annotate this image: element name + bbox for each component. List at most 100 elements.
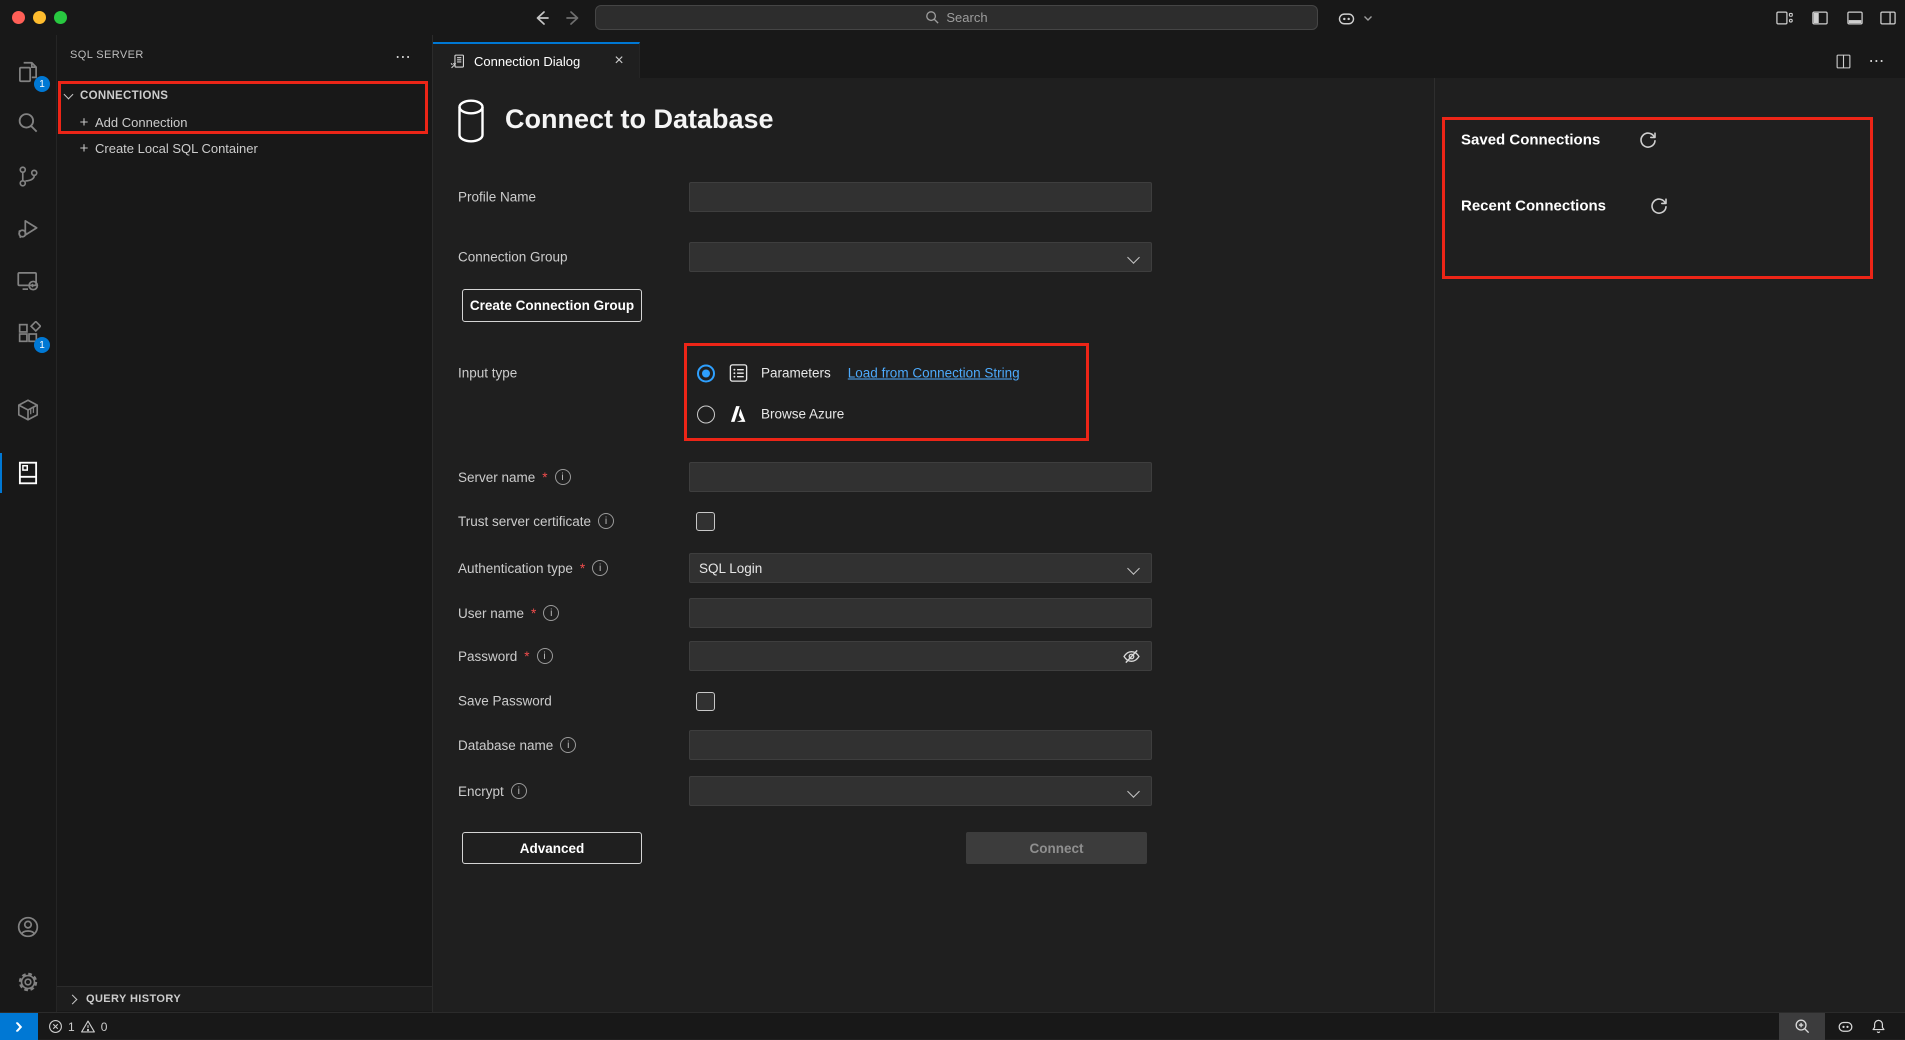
- load-from-connection-string-link[interactable]: Load from Connection String: [848, 366, 1020, 381]
- editor-group: Connection Dialog ⋯ Connect to Database …: [433, 35, 1905, 1012]
- plus-icon: +: [77, 114, 91, 131]
- info-icon: [511, 783, 527, 799]
- input-type-browse-azure-option[interactable]: Browse Azure: [697, 404, 844, 425]
- sidebar-item-extensions[interactable]: 1: [0, 309, 56, 357]
- database-icon: [456, 98, 486, 149]
- remote-indicator-button[interactable]: [0, 1013, 38, 1040]
- connection-dialog-webview: Connect to Database Profile Name Connect…: [433, 78, 1905, 1012]
- password-field[interactable]: [689, 641, 1152, 671]
- connect-button[interactable]: Connect: [966, 832, 1147, 864]
- toggle-password-visibility-icon[interactable]: [1121, 646, 1142, 672]
- search-icon: [925, 10, 940, 25]
- info-icon: [537, 648, 553, 664]
- parameters-form-icon: [728, 363, 749, 384]
- notifications-bell-icon[interactable]: [1863, 1013, 1893, 1040]
- tree-item-create-local-sql-container[interactable]: + Create Local SQL Container: [57, 135, 432, 161]
- trust-server-certificate-checkbox[interactable]: [696, 512, 715, 531]
- input-type-parameters-option[interactable]: Parameters Load from Connection String: [697, 363, 1020, 384]
- connections-header-label: CONNECTIONS: [80, 90, 168, 102]
- sidebar-title: SQL SERVER: [70, 49, 144, 61]
- tree-item-add-connection[interactable]: + Add Connection: [57, 109, 432, 135]
- profile-name-field[interactable]: [689, 182, 1152, 212]
- back-arrow-icon[interactable]: [531, 7, 553, 29]
- parameters-option-label: Parameters: [761, 366, 831, 381]
- accounts-icon[interactable]: [0, 903, 56, 951]
- window-minimize-button[interactable]: [33, 11, 46, 24]
- settings-gear-icon[interactable]: [0, 958, 56, 1006]
- copilot-chevron-down-icon[interactable]: [1356, 6, 1380, 30]
- editor-more-actions-icon[interactable]: ⋯: [1865, 49, 1889, 73]
- encrypt-dropdown[interactable]: [689, 776, 1152, 806]
- refresh-recent-connections-icon[interactable]: [1649, 196, 1669, 216]
- radio-unselected-icon[interactable]: [697, 405, 715, 423]
- sidebar-item-run-and-debug[interactable]: [0, 205, 56, 253]
- input-type-label: Input type: [458, 366, 517, 381]
- browse-azure-option-label: Browse Azure: [761, 407, 844, 422]
- server-name-field[interactable]: [689, 462, 1152, 492]
- sidebar-item-explorer[interactable]: 1: [0, 48, 56, 96]
- customize-layout-icon[interactable]: [1772, 6, 1796, 30]
- encrypt-label: Encrypt: [458, 783, 527, 799]
- explorer-badge: 1: [34, 76, 50, 92]
- search-input[interactable]: Search: [595, 5, 1318, 30]
- toggle-panel-icon[interactable]: [1843, 6, 1867, 30]
- user-name-label: User name*: [458, 605, 559, 621]
- authentication-type-dropdown[interactable]: SQL Login: [689, 553, 1152, 583]
- chevron-right-icon: [68, 994, 78, 1004]
- window-zoom-button[interactable]: [54, 11, 67, 24]
- split-editor-icon[interactable]: [1831, 49, 1855, 73]
- info-icon: [555, 469, 571, 485]
- user-name-field[interactable]: [689, 598, 1152, 628]
- error-count: 1: [68, 1020, 75, 1034]
- database-name-label: Database name: [458, 737, 576, 753]
- activity-bar: 1 1: [0, 35, 57, 1012]
- recent-connections-header: Recent Connections: [1461, 198, 1606, 215]
- title-bar: Search: [0, 0, 1905, 35]
- tab-label: Connection Dialog: [474, 54, 580, 69]
- zoom-status-icon[interactable]: [1779, 1013, 1825, 1040]
- sidebar-item-sql-server[interactable]: [0, 449, 56, 497]
- sidebar-sql-server: SQL SERVER ⋯ CONNECTIONS + Add Connectio…: [57, 35, 433, 1012]
- warnings-icon: [80, 1019, 96, 1034]
- problems-status[interactable]: 1 0: [48, 1013, 107, 1040]
- tab-connection-dialog[interactable]: Connection Dialog: [433, 42, 640, 78]
- sidebar-more-actions-icon[interactable]: ⋯: [395, 47, 412, 67]
- status-bar: 1 0: [0, 1012, 1905, 1039]
- query-history-section-header[interactable]: QUERY HISTORY: [57, 986, 432, 1011]
- sidebar-item-containers[interactable]: [0, 386, 56, 434]
- copilot-status-icon[interactable]: [1831, 1013, 1859, 1040]
- chevron-down-icon: [64, 89, 74, 99]
- sidebar-item-source-control[interactable]: [0, 152, 56, 200]
- plus-icon: +: [77, 140, 91, 157]
- connections-section-header[interactable]: CONNECTIONS: [57, 83, 432, 109]
- azure-icon: [727, 404, 750, 425]
- toggle-secondary-sidebar-icon[interactable]: [1876, 6, 1900, 30]
- copilot-icon[interactable]: [1334, 6, 1358, 30]
- tree-item-label: Add Connection: [95, 115, 188, 130]
- sidebar-item-remote-explorer[interactable]: [0, 257, 56, 305]
- errors-icon: [48, 1019, 63, 1034]
- tab-close-icon[interactable]: [609, 51, 629, 71]
- connection-group-label: Connection Group: [458, 250, 568, 265]
- trust-server-certificate-label: Trust server certificate: [458, 513, 614, 529]
- warning-count: 0: [101, 1020, 108, 1034]
- toggle-primary-sidebar-icon[interactable]: [1808, 6, 1832, 30]
- tree-item-label: Create Local SQL Container: [95, 141, 258, 156]
- window-close-button[interactable]: [12, 11, 25, 24]
- connections-side-panel: Saved Connections Recent Connections: [1434, 78, 1905, 1012]
- forward-arrow-icon[interactable]: [562, 7, 584, 29]
- advanced-button[interactable]: Advanced: [462, 832, 642, 864]
- refresh-saved-connections-icon[interactable]: [1638, 130, 1658, 150]
- connection-group-dropdown[interactable]: [689, 242, 1152, 272]
- server-name-label: Server name*: [458, 469, 571, 485]
- database-name-field[interactable]: [689, 730, 1152, 760]
- sidebar-item-search[interactable]: [0, 99, 56, 147]
- create-connection-group-button[interactable]: Create Connection Group: [462, 289, 642, 322]
- authentication-type-label: Authentication type*: [458, 560, 608, 576]
- radio-selected-icon[interactable]: [697, 364, 715, 382]
- info-icon: [560, 737, 576, 753]
- profile-name-label: Profile Name: [458, 190, 536, 205]
- info-icon: [598, 513, 614, 529]
- sidebar-header: SQL SERVER: [57, 35, 432, 75]
- save-password-checkbox[interactable]: [696, 692, 715, 711]
